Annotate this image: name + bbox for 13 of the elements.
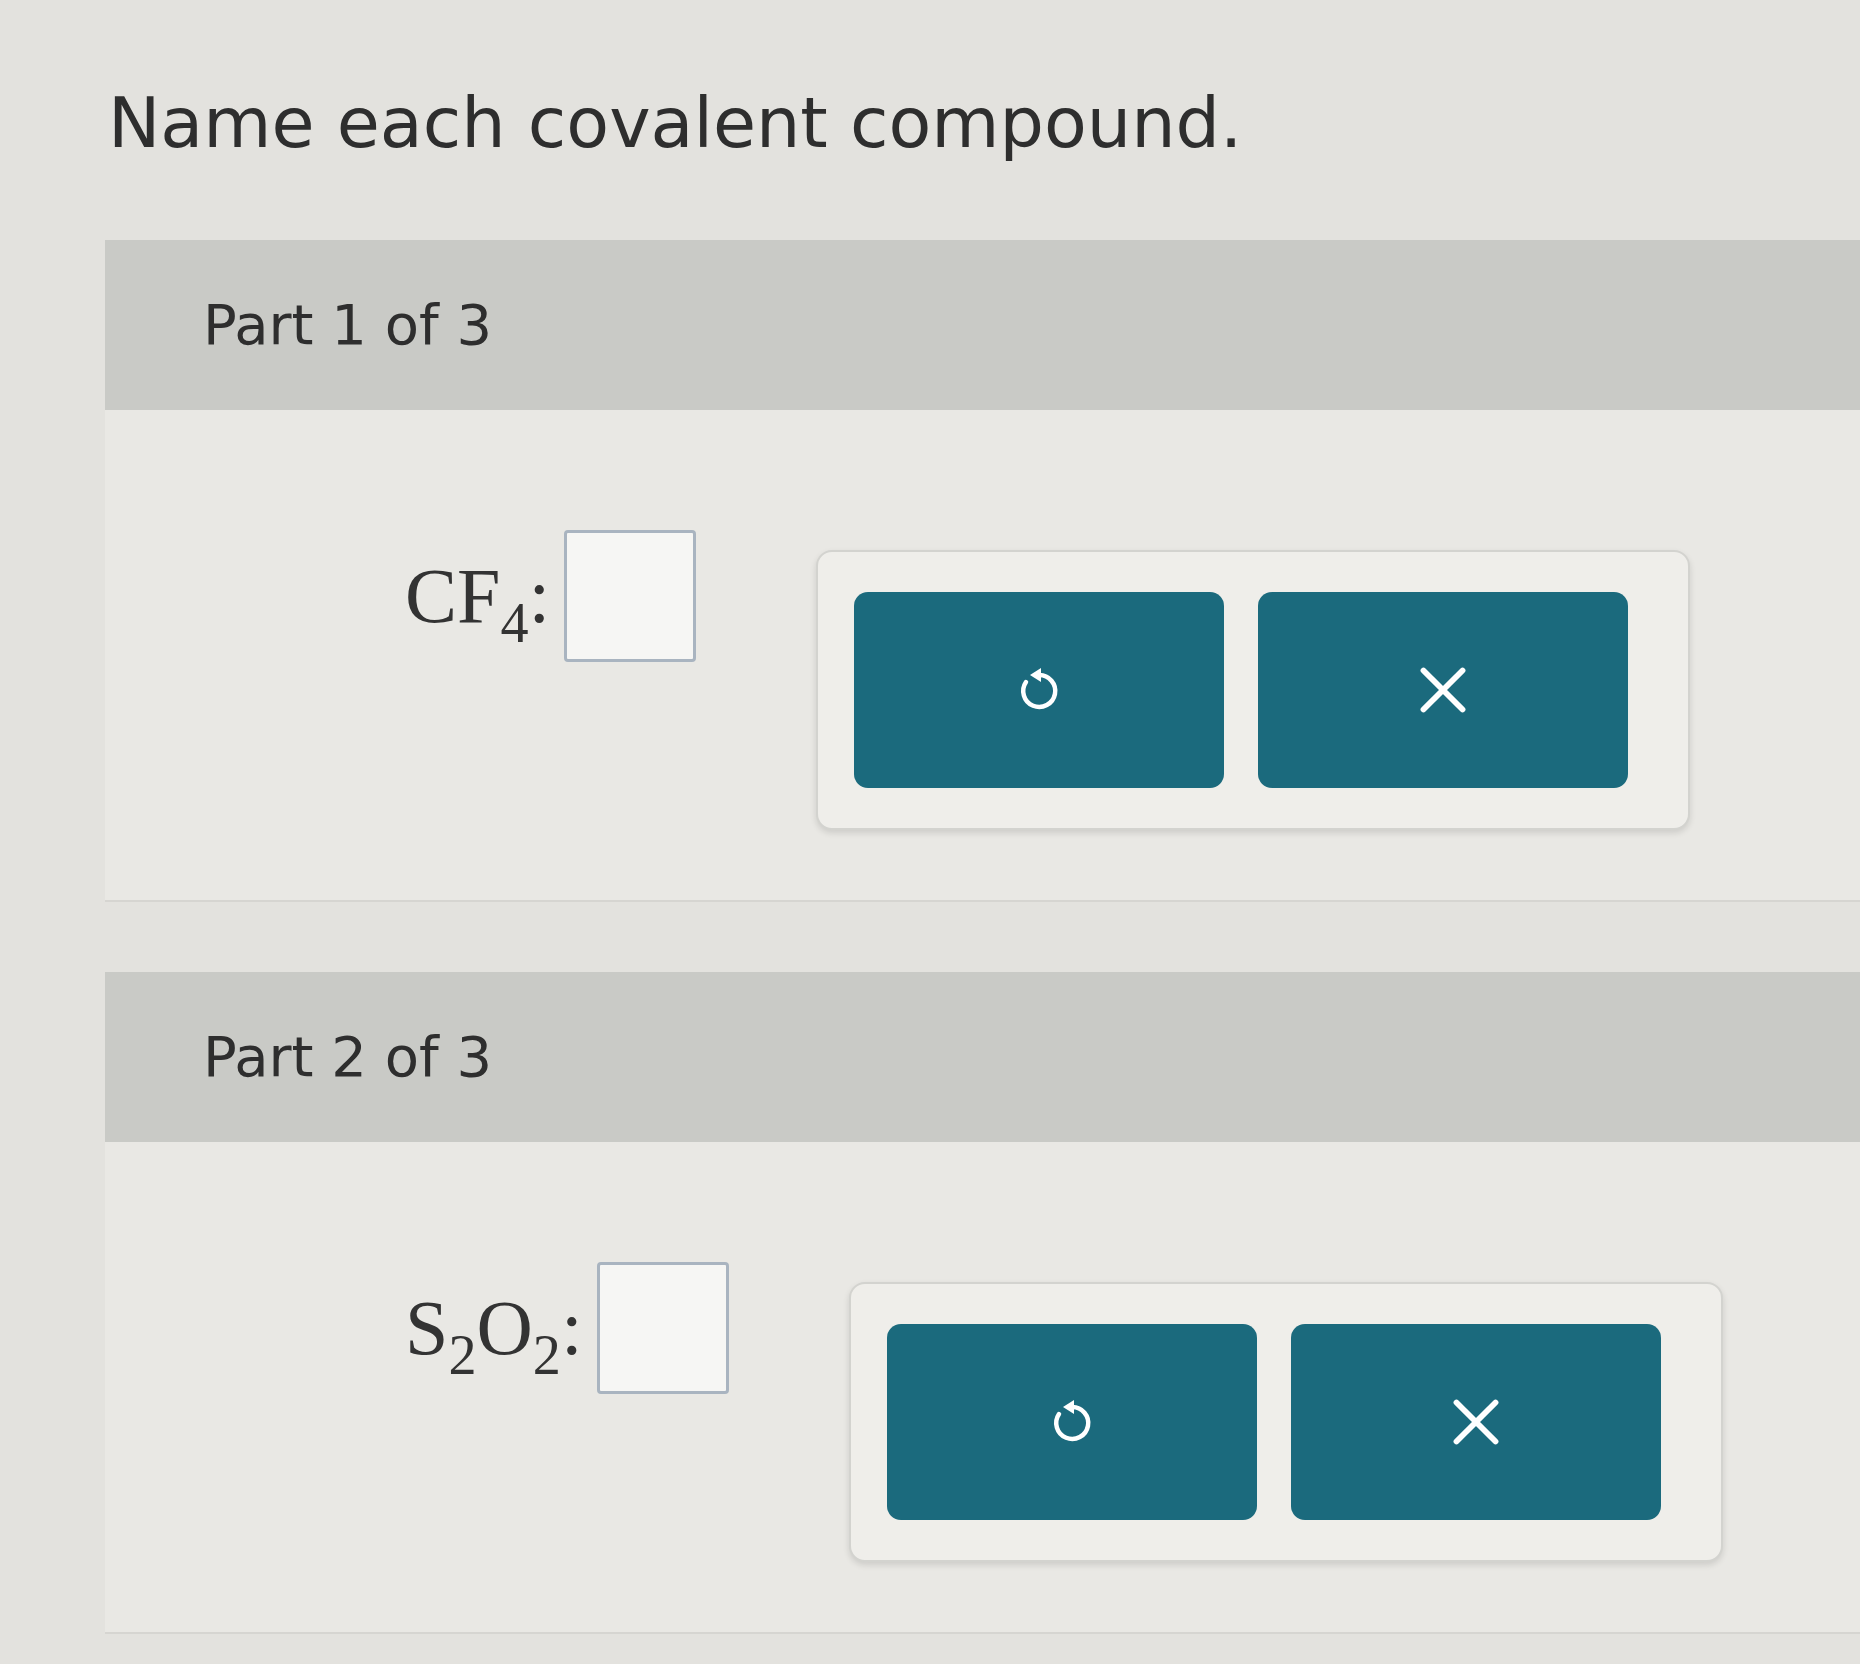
- close-icon: [1420, 667, 1467, 713]
- answer-box[interactable]: [564, 530, 697, 662]
- clear-button[interactable]: [1290, 1324, 1661, 1520]
- formula-text: S$_{2}$O$_{2}$:: [405, 1283, 583, 1378]
- close-icon: [1452, 1399, 1499, 1445]
- question-text: Name each covalent compound.: [108, 81, 1243, 166]
- part-title: Part 2 of 3: [203, 1023, 493, 1091]
- undo-button[interactable]: [886, 1324, 1257, 1520]
- undo-button[interactable]: [854, 592, 1225, 788]
- clear-button[interactable]: [1258, 592, 1629, 788]
- answer-box[interactable]: [596, 1262, 729, 1394]
- formula-text: CF$_{4}$:: [405, 551, 551, 646]
- part-title: Part 1 of 3: [203, 291, 493, 359]
